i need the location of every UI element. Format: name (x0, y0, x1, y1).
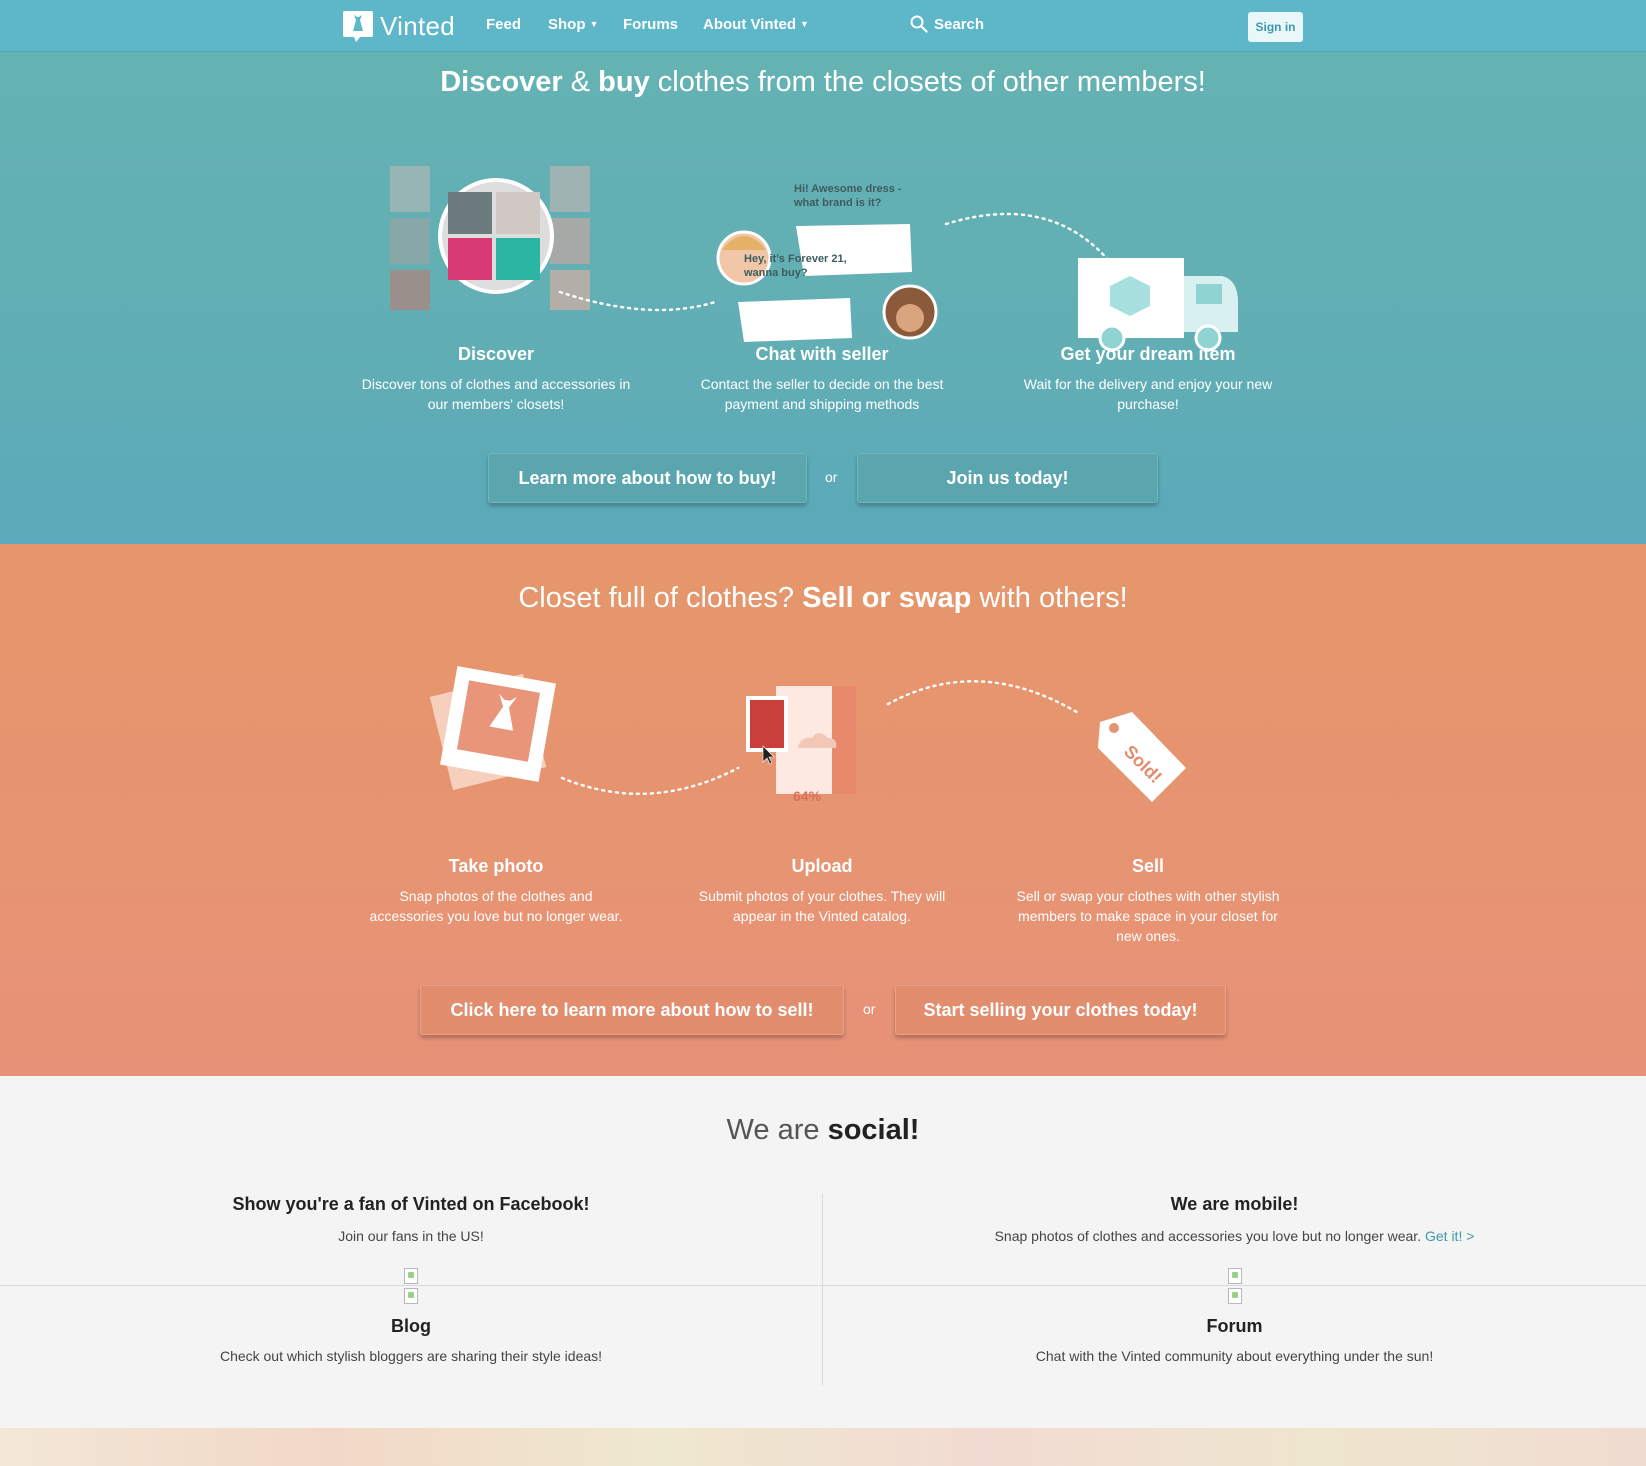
social-heading: We are social! (726, 1114, 920, 1146)
step-photo-title: Take photo (448, 856, 544, 876)
mobile-text: Snap photos of clothes and accessories y… (994, 1228, 1422, 1244)
facebook-text: Join our fans in the US! (338, 1228, 484, 1244)
forum-image[interactable] (1228, 1288, 1242, 1304)
vinted-logo-icon (343, 11, 373, 42)
step-discover-title: Discover (457, 344, 535, 364)
chevron-down-icon: ▼ (800, 19, 809, 29)
step-dream-text: Wait for the delivery and enjoy your new… (1023, 376, 1273, 412)
facebook-image[interactable] (404, 1268, 418, 1284)
search-label: Search (934, 15, 985, 33)
sign-in-button[interactable]: Sign in (1248, 12, 1303, 42)
step-sell-title: Sell (1131, 856, 1165, 876)
get-it-link[interactable]: Get it! > (1425, 1228, 1474, 1244)
footer-pattern (0, 1428, 1646, 1466)
chat-bubble-2: Hey, it's Forever 21, wanna buy? (744, 253, 847, 279)
buy-heading: Discover & buy clothes from the closets … (440, 66, 1206, 98)
top-navbar: Vinted Feed Shop ▼ Forums About Vinted ▼ S… (0, 0, 1646, 52)
mobile-text-row: Snap photos of clothes and accessories y… (823, 1228, 1646, 1244)
learn-sell-button[interactable]: Click here to learn more about how to se… (420, 985, 844, 1035)
brand-name: Vinted (380, 10, 456, 41)
sell-illustration (429, 666, 1186, 802)
step-sell-text: Sell or swap your clothes with other sty… (1016, 888, 1280, 944)
sell-section: Closet full of clothes? Sell or swap wit… (0, 544, 1646, 1076)
row-divider (0, 1285, 1646, 1286)
upload-progress: 64% (793, 788, 822, 804)
or-separator: or (825, 469, 838, 485)
buy-section: Discover & buy clothes from the closets … (0, 52, 1646, 544)
chevron-down-icon: ▼ (589, 19, 599, 29)
sell-heading: Closet full of clothes? Sell or swap wit… (518, 582, 1128, 614)
blog-image[interactable] (404, 1288, 418, 1304)
mobile-image[interactable] (1228, 1268, 1242, 1284)
start-selling-button[interactable]: Start selling your clothes today! (895, 985, 1226, 1035)
search-button[interactable]: Search (910, 15, 984, 33)
step-discover-text: Discover tons of clothes and accessories… (361, 376, 631, 412)
step-photo-text: Snap photos of the clothes and accessori… (369, 888, 623, 924)
mobile-title: We are mobile! (1170, 1194, 1299, 1214)
search-icon (910, 15, 928, 33)
forum-text: Chat with the Vinted community about eve… (1035, 1348, 1434, 1364)
step-chat-text: Contact the seller to decide on the best… (700, 376, 944, 412)
step-chat-title: Chat with seller (755, 344, 889, 364)
step-dream-title: Get your dream item (1060, 344, 1236, 364)
vinted-logo[interactable]: Vinted (342, 8, 455, 44)
facebook-title: Show you're a fan of Vinted on Facebook! (232, 1194, 590, 1214)
blog-text: Check out which stylish bloggers are sha… (219, 1348, 603, 1364)
step-upload-title: Upload (791, 856, 853, 876)
join-button[interactable]: Join us today! (857, 453, 1158, 503)
nav-about[interactable]: About Vinted ▼ (703, 16, 809, 33)
learn-buy-button[interactable]: Learn more about how to buy! (488, 453, 807, 503)
nav-feed[interactable]: Feed (486, 16, 521, 33)
social-section: We are social! Show you're a fan of Vint… (0, 1076, 1646, 1428)
photo-icon (429, 666, 556, 791)
nav-forums[interactable]: Forums (623, 16, 678, 33)
blog-title[interactable]: Blog (0, 1316, 822, 1337)
nav-shop[interactable]: Shop ▼ (548, 16, 598, 33)
step-upload-text: Submit photos of your clothes. They will… (698, 888, 946, 924)
chat-bubble-1: Hi! Awesome dress - what brand is it? (794, 183, 902, 209)
or-separator: or (863, 1001, 876, 1017)
forum-title[interactable]: Forum (823, 1316, 1646, 1337)
